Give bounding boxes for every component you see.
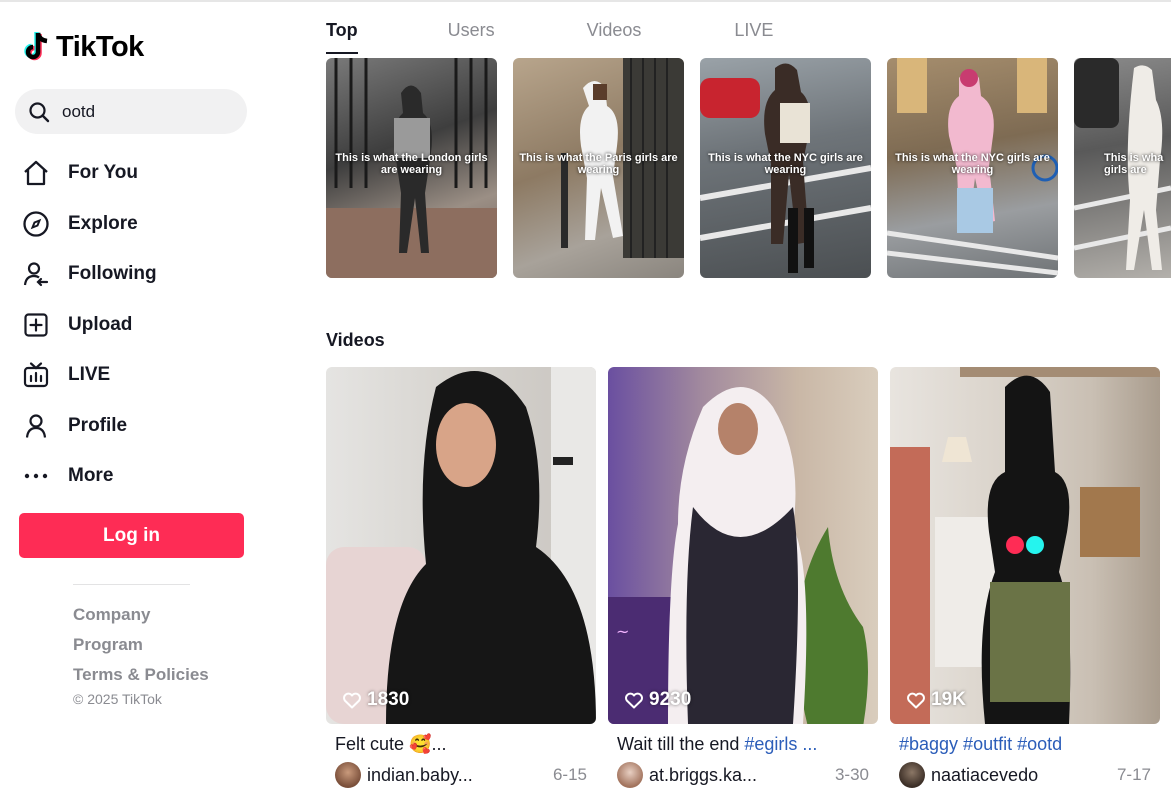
- description-text: Felt cute 🥰...: [335, 734, 447, 754]
- top-video-thumbnail[interactable]: This is wha girls are: [1074, 58, 1171, 278]
- heart-icon: [625, 692, 643, 709]
- sidebar-divider: [73, 584, 190, 585]
- brand-name: TikTok: [56, 30, 144, 63]
- like-count-value: 9230: [649, 689, 692, 710]
- nav-item-profile[interactable]: Profile: [22, 401, 157, 452]
- tab-top[interactable]: Top: [326, 20, 358, 54]
- description-hashtags[interactable]: #baggy #outfit #ootd: [899, 734, 1062, 754]
- login-button[interactable]: Log in: [19, 513, 244, 558]
- nav-item-upload[interactable]: Upload: [22, 300, 157, 351]
- tiktok-logo-icon: [24, 32, 48, 61]
- live-tv-icon: [22, 361, 50, 389]
- top-video-thumbnail[interactable]: This is what the London girls are wearin…: [326, 58, 497, 278]
- profile-icon: [22, 412, 50, 440]
- heart-icon: [907, 692, 925, 709]
- video-meta: indian.baby... 6-15: [326, 762, 596, 788]
- video-description[interactable]: Wait till the end #egirls ...: [608, 734, 878, 756]
- nav-item-explore[interactable]: Explore: [22, 199, 157, 250]
- avatar[interactable]: [899, 762, 925, 788]
- video-card: ~ 9230 Wait till the end #egirls ... at.…: [608, 367, 878, 788]
- thumbnail-caption: This is what the Paris girls are wearing: [519, 152, 678, 176]
- copyright: © 2025 TikTok: [73, 691, 162, 707]
- tab-users[interactable]: Users: [448, 20, 495, 54]
- video-thumbnail[interactable]: 1830: [326, 367, 596, 724]
- videos-section-title: Videos: [326, 330, 385, 350]
- tiktok-logo[interactable]: TikTok: [22, 30, 144, 64]
- nav-item-following[interactable]: Following: [22, 249, 157, 300]
- video-thumbnail-image: [890, 367, 1160, 724]
- top-results-row: This is what the London girls are wearin…: [326, 58, 1171, 278]
- main-nav: For You Explore Following Upload LIVE Pr…: [22, 148, 157, 502]
- avatar[interactable]: [335, 762, 361, 788]
- username[interactable]: naatiacevedo: [931, 765, 1117, 786]
- search-result-tabs: Top Users Videos LIVE: [326, 20, 773, 54]
- search-input[interactable]: [62, 101, 232, 122]
- video-card: 19K #baggy #outfit #ootd naatiacevedo 7-…: [890, 367, 1160, 788]
- following-icon: [22, 260, 50, 288]
- video-description[interactable]: Felt cute 🥰...: [326, 734, 596, 756]
- home-icon: [22, 159, 50, 187]
- nav-label: LIVE: [68, 364, 111, 386]
- nav-label: For You: [68, 162, 139, 184]
- nav-label: Profile: [68, 414, 128, 436]
- post-date: 6-15: [552, 765, 587, 784]
- thumbnail-caption: This is what the NYC girls are wearing: [895, 152, 1050, 176]
- like-count: 19K: [906, 689, 966, 711]
- more-dots-icon: [22, 462, 50, 490]
- top-video-thumbnail[interactable]: This is what the Paris girls are wearing: [513, 58, 684, 278]
- nav-item-more[interactable]: More: [22, 451, 157, 502]
- video-meta: at.briggs.ka... 3-30: [608, 762, 878, 788]
- compass-icon: [22, 210, 50, 238]
- nav-label: More: [68, 465, 114, 487]
- sidebar: TikTok For You Explore Following: [0, 0, 290, 800]
- like-count-value: 19K: [931, 689, 966, 710]
- username[interactable]: indian.baby...: [367, 765, 553, 786]
- nav-label: Upload: [68, 313, 133, 335]
- tab-videos[interactable]: Videos: [587, 20, 642, 54]
- search-icon[interactable]: [28, 101, 50, 123]
- post-date: 7-17: [1116, 765, 1151, 784]
- footer-links: Company Program Terms & Policies © 2025 …: [73, 604, 209, 707]
- video-thumbnail[interactable]: ~ 9230: [608, 367, 878, 724]
- username[interactable]: at.briggs.ka...: [649, 765, 835, 786]
- svg-text:~: ~: [616, 622, 629, 641]
- thumbnail-caption: This is wha girls are: [1104, 152, 1164, 176]
- description-hashtags[interactable]: #egirls ...: [744, 734, 817, 754]
- like-count: 1830: [342, 689, 409, 711]
- like-count: 9230: [624, 689, 691, 711]
- like-count-value: 1830: [367, 689, 410, 710]
- nav-label: Following: [68, 263, 157, 285]
- nav-item-for-you[interactable]: For You: [22, 148, 157, 199]
- tab-live[interactable]: LIVE: [734, 20, 773, 54]
- video-thumbnail-image: [326, 367, 596, 724]
- nav-label: Explore: [68, 212, 138, 234]
- description-text: Wait till the end: [617, 734, 745, 754]
- video-description[interactable]: #baggy #outfit #ootd: [890, 734, 1160, 756]
- top-video-thumbnail[interactable]: This is what the NYC girls are wearing: [887, 58, 1058, 278]
- avatar[interactable]: [617, 762, 643, 788]
- footer-link-company[interactable]: Company: [73, 604, 209, 634]
- nav-item-live[interactable]: LIVE: [22, 350, 157, 401]
- upload-icon: [22, 311, 50, 339]
- top-video-thumbnail[interactable]: This is what the NYC girls are wearing: [700, 58, 871, 278]
- search-bar[interactable]: [15, 89, 247, 134]
- heart-icon: [343, 692, 361, 709]
- footer-link-terms[interactable]: Terms & Policies: [73, 664, 209, 694]
- video-meta: naatiacevedo 7-17: [890, 762, 1160, 788]
- footer-link-program[interactable]: Program: [73, 634, 209, 664]
- video-thumbnail[interactable]: 19K: [890, 367, 1160, 724]
- thumbnail-caption: This is what the London girls are wearin…: [335, 152, 488, 176]
- thumbnail-caption: This is what the NYC girls are wearing: [708, 152, 863, 176]
- video-card: 1830 Felt cute 🥰... indian.baby... 6-15: [326, 367, 596, 788]
- post-date: 3-30: [834, 765, 869, 784]
- video-thumbnail-image: ~: [608, 387, 868, 724]
